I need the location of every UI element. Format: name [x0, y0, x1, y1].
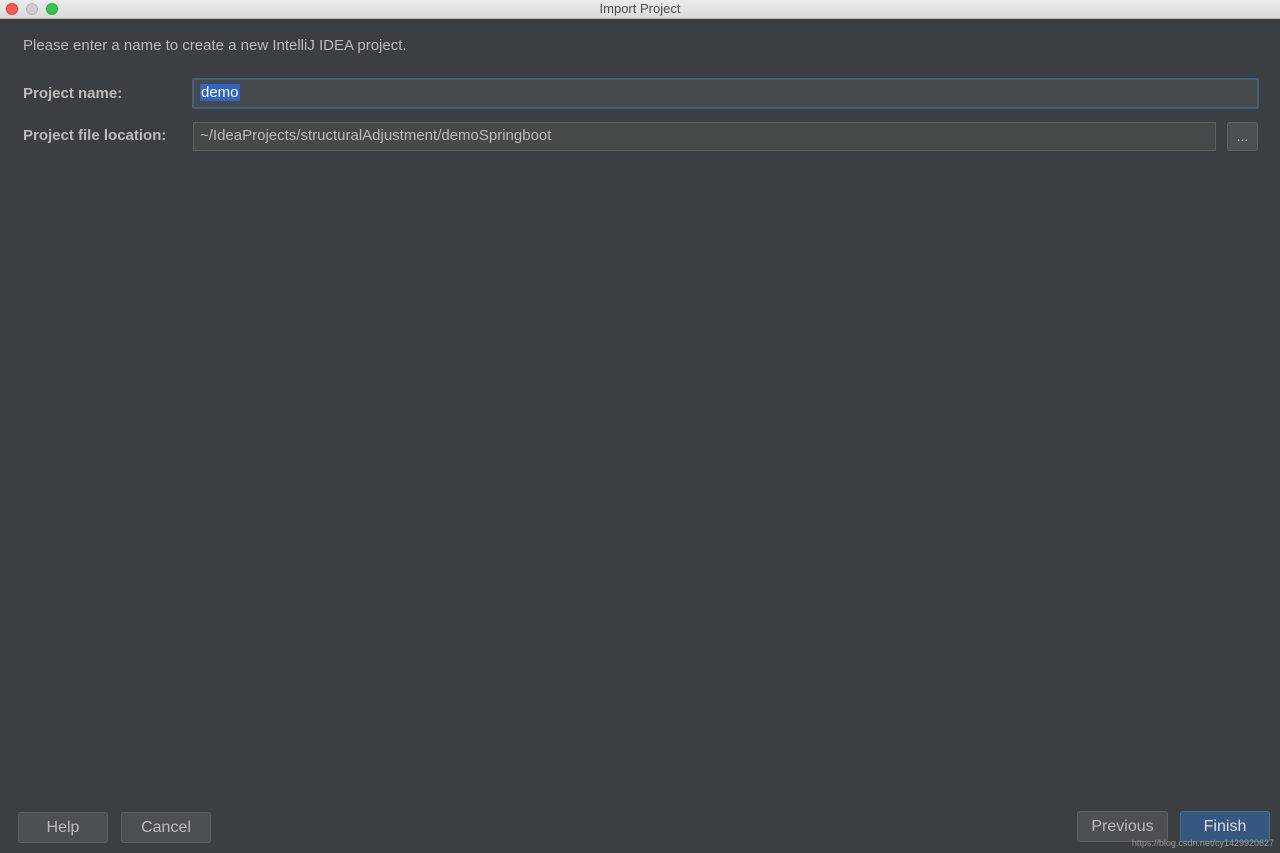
import-project-dialog: Import Project Please enter a name to cr…: [0, 0, 1280, 853]
project-name-input[interactable]: demo: [192, 78, 1259, 109]
project-location-input[interactable]: ~/IdeaProjects/structuralAdjustment/demo…: [193, 122, 1216, 151]
title-bar: Import Project: [0, 0, 1280, 19]
cancel-button[interactable]: Cancel: [121, 812, 211, 843]
watermark-text: https://blog.csdn.net/cy1429920627: [1131, 838, 1274, 848]
project-name-value: demo: [200, 84, 240, 101]
window-title: Import Project: [599, 1, 681, 16]
browse-button[interactable]: ...: [1227, 122, 1258, 151]
help-button[interactable]: Help: [18, 812, 108, 843]
project-location-label: Project file location:: [23, 127, 167, 144]
instruction-text: Please enter a name to create a new Inte…: [23, 37, 407, 54]
project-name-label: Project name:: [23, 85, 123, 102]
